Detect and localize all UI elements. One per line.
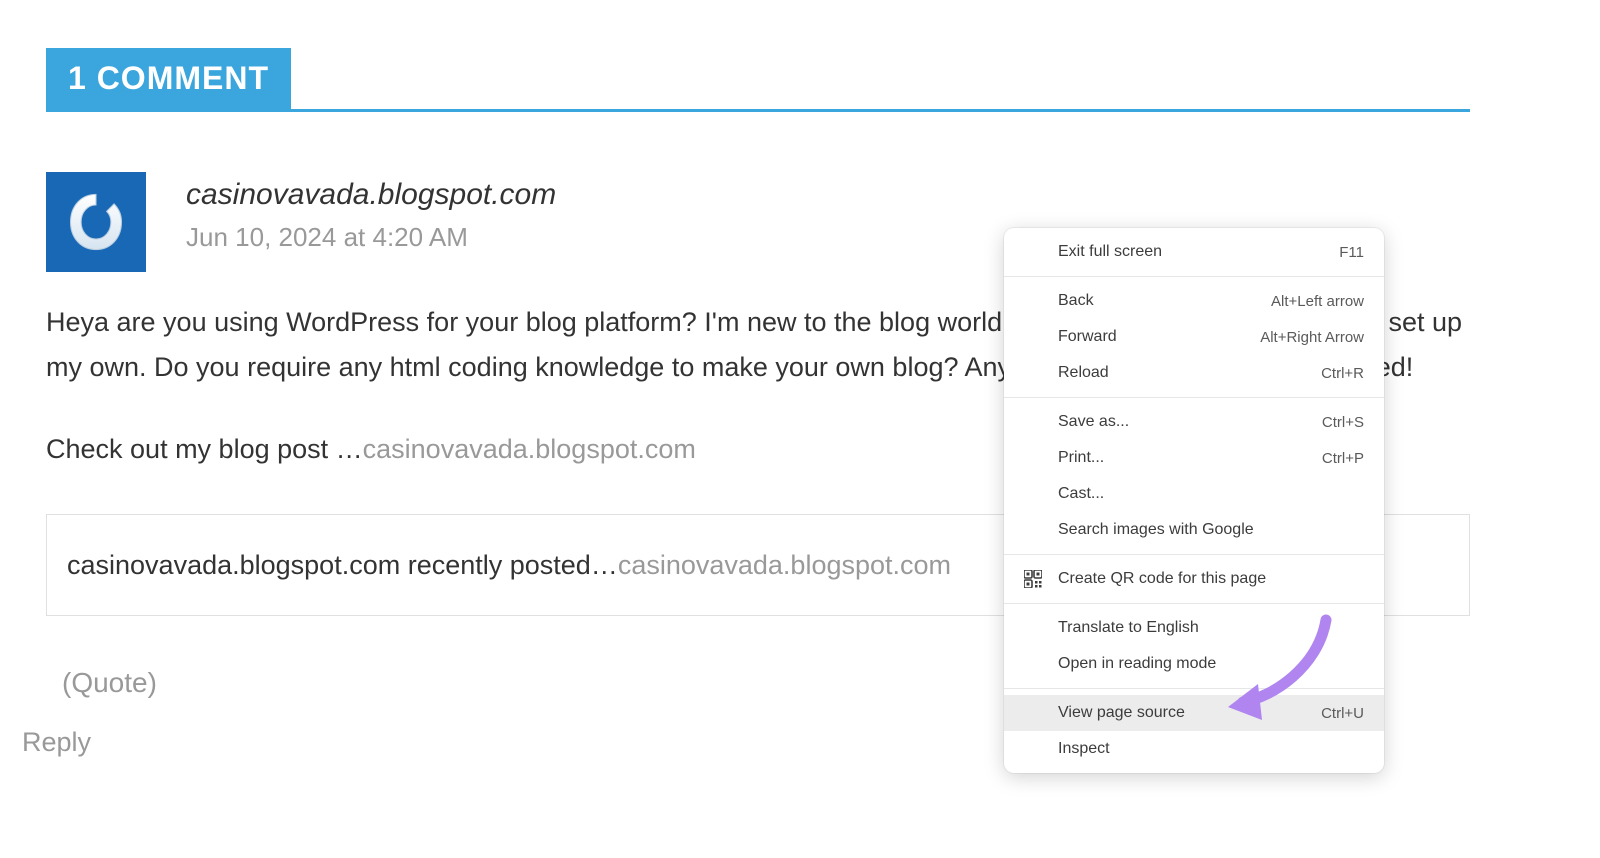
menu-item-inspect[interactable]: Inspect bbox=[1004, 731, 1384, 767]
recent-post-link[interactable]: casinovavada.blogspot.com bbox=[618, 550, 951, 580]
menu-label: View page source bbox=[1058, 704, 1185, 722]
menu-separator bbox=[1004, 603, 1384, 604]
qr-icon bbox=[1024, 570, 1042, 588]
comments-header: 1 COMMENT bbox=[46, 48, 1470, 112]
menu-item-view-source[interactable]: View page source Ctrl+U bbox=[1004, 695, 1384, 731]
menu-label: Open in reading mode bbox=[1058, 655, 1216, 673]
menu-label: Cast... bbox=[1058, 485, 1104, 503]
menu-item-save-as[interactable]: Save as... Ctrl+S bbox=[1004, 404, 1384, 440]
comment-meta: casinovavada.blogspot.com Jun 10, 2024 a… bbox=[186, 178, 556, 253]
menu-shortcut: Ctrl+S bbox=[1322, 414, 1364, 431]
menu-item-reading-mode[interactable]: Open in reading mode bbox=[1004, 646, 1384, 682]
recent-post-text: casinovavada.blogspot.com recently poste… bbox=[67, 550, 618, 580]
menu-separator bbox=[1004, 554, 1384, 555]
menu-shortcut: Alt+Right Arrow bbox=[1260, 329, 1364, 346]
context-menu: Exit full screen F11 Back Alt+Left arrow… bbox=[1004, 228, 1384, 773]
comment-blog-link[interactable]: casinovavada.blogspot.com bbox=[363, 434, 696, 464]
menu-item-reload[interactable]: Reload Ctrl+R bbox=[1004, 355, 1384, 391]
menu-label: Exit full screen bbox=[1058, 243, 1162, 261]
menu-shortcut: F11 bbox=[1339, 244, 1364, 261]
menu-item-cast[interactable]: Cast... bbox=[1004, 476, 1384, 512]
comment-date-link[interactable]: Jun 10, 2024 at 4:20 AM bbox=[186, 222, 556, 253]
menu-label: Save as... bbox=[1058, 413, 1129, 431]
comment-count-badge: 1 COMMENT bbox=[46, 48, 291, 109]
menu-label: Search images with Google bbox=[1058, 521, 1254, 539]
menu-shortcut: Alt+Left arrow bbox=[1271, 293, 1364, 310]
menu-label: Forward bbox=[1058, 328, 1117, 346]
menu-label: Translate to English bbox=[1058, 619, 1199, 637]
avatar bbox=[46, 172, 146, 272]
comment-text: Check out my blog post … bbox=[46, 434, 363, 464]
menu-label: Create QR code for this page bbox=[1058, 570, 1266, 588]
menu-item-translate[interactable]: Translate to English bbox=[1004, 610, 1384, 646]
menu-item-print[interactable]: Print... Ctrl+P bbox=[1004, 440, 1384, 476]
menu-separator bbox=[1004, 688, 1384, 689]
menu-item-forward[interactable]: Forward Alt+Right Arrow bbox=[1004, 319, 1384, 355]
menu-separator bbox=[1004, 397, 1384, 398]
menu-label: Print... bbox=[1058, 449, 1104, 467]
menu-item-search-images[interactable]: Search images with Google bbox=[1004, 512, 1384, 548]
menu-label: Inspect bbox=[1058, 740, 1110, 758]
comment-author-link[interactable]: casinovavada.blogspot.com bbox=[186, 178, 556, 212]
menu-shortcut: Ctrl+P bbox=[1322, 450, 1364, 467]
menu-shortcut: Ctrl+U bbox=[1321, 705, 1364, 722]
avatar-icon bbox=[62, 188, 130, 256]
menu-label: Back bbox=[1058, 292, 1094, 310]
menu-label: Reload bbox=[1058, 364, 1109, 382]
menu-shortcut: Ctrl+R bbox=[1321, 365, 1364, 382]
menu-item-exit-fullscreen[interactable]: Exit full screen F11 bbox=[1004, 234, 1384, 270]
menu-item-back[interactable]: Back Alt+Left arrow bbox=[1004, 283, 1384, 319]
menu-item-create-qr[interactable]: Create QR code for this page bbox=[1004, 561, 1384, 597]
menu-separator bbox=[1004, 276, 1384, 277]
